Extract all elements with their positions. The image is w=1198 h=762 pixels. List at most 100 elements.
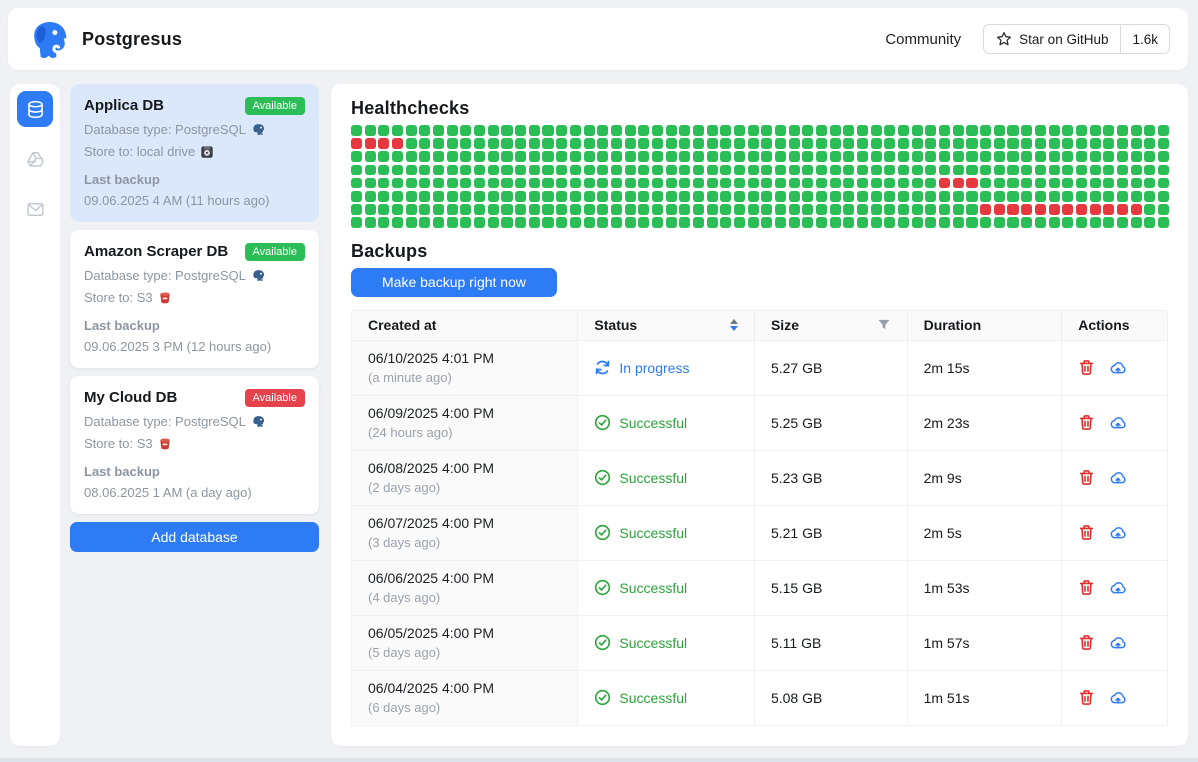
actions-cell	[1062, 396, 1167, 451]
healthcheck-cell-ok	[365, 191, 376, 202]
filter-icon[interactable]	[877, 318, 891, 332]
main-panel: Healthchecks Backups Make backup right n…	[331, 84, 1188, 746]
last-backup-value: 09.06.2025 4 AM (11 hours ago)	[84, 193, 305, 208]
healthcheck-cell-ok	[501, 191, 512, 202]
healthcheck-cell-ok	[611, 217, 622, 228]
sync-icon	[594, 359, 611, 376]
healthcheck-cell-ok	[857, 151, 868, 162]
add-database-button[interactable]: Add database	[70, 522, 319, 552]
healthcheck-cell-ok	[419, 125, 430, 136]
make-backup-button[interactable]: Make backup right now	[351, 268, 557, 297]
healthcheck-cell-ok	[584, 125, 595, 136]
database-card[interactable]: Amazon Scraper DBAvailableDatabase type:…	[70, 230, 319, 368]
trash-icon	[1078, 359, 1095, 376]
created-at-cell: 06/08/2025 4:00 PM(2 days ago)	[352, 451, 578, 506]
created-at-cell: 06/06/2025 4:00 PM(4 days ago)	[352, 561, 578, 616]
healthcheck-cell-ok	[392, 125, 403, 136]
sidebar-item-notifications[interactable]	[17, 191, 53, 227]
restore-backup-button[interactable]	[1109, 359, 1127, 377]
actions-cell	[1062, 506, 1167, 561]
database-card[interactable]: My Cloud DBAvailableDatabase type: Postg…	[70, 376, 319, 514]
sidebar-item-storage[interactable]	[17, 141, 53, 177]
healthcheck-cell-ok	[406, 178, 417, 189]
healthcheck-cell-ok	[351, 204, 362, 215]
delete-backup-button[interactable]	[1078, 359, 1095, 376]
healthcheck-cell-ok	[460, 138, 471, 149]
sidebar-item-databases[interactable]	[17, 91, 53, 127]
healthcheck-cell-ok	[871, 165, 882, 176]
backup-duration: 1m 51s	[924, 690, 970, 706]
healthcheck-cell-ok	[1144, 151, 1155, 162]
healthcheck-cell-failed	[980, 204, 991, 215]
healthcheck-cell-ok	[1158, 178, 1169, 189]
sort-toggle-icon[interactable]	[730, 319, 738, 331]
healthcheck-cell-ok	[611, 178, 622, 189]
healthcheck-cell-ok	[1076, 178, 1087, 189]
community-link[interactable]: Community	[885, 31, 961, 48]
healthcheck-cell-ok	[447, 125, 458, 136]
healthcheck-cell-ok	[529, 151, 540, 162]
drive-icon	[26, 150, 45, 169]
healthcheck-cell-ok	[1035, 138, 1046, 149]
healthcheck-cell-ok	[515, 178, 526, 189]
healthcheck-cell-ok	[1007, 191, 1018, 202]
healthcheck-cell-ok	[966, 191, 977, 202]
healthcheck-cell-ok	[1117, 125, 1128, 136]
delete-backup-button[interactable]	[1078, 414, 1095, 431]
healthcheck-cell-ok	[734, 217, 745, 228]
database-card[interactable]: Applica DBAvailableDatabase type: Postgr…	[70, 84, 319, 222]
created-at-cell: 06/04/2025 4:00 PM(6 days ago)	[352, 671, 578, 726]
star-on-github-button[interactable]: Star on GitHub 1.6k	[983, 24, 1170, 54]
delete-backup-button[interactable]	[1078, 634, 1095, 651]
backup-duration: 1m 53s	[924, 580, 970, 596]
backup-date: 06/06/2025 4:00 PM	[368, 570, 494, 586]
healthcheck-cell-ok	[980, 178, 991, 189]
horizontal-scrollbar[interactable]	[0, 758, 1198, 762]
healthcheck-cell-ok	[789, 191, 800, 202]
duration-cell: 2m 15s	[908, 341, 1063, 396]
healthcheck-cell-ok	[802, 217, 813, 228]
healthcheck-cell-ok	[1049, 125, 1060, 136]
healthcheck-cell-ok	[980, 125, 991, 136]
healthcheck-cell-ok	[584, 217, 595, 228]
healthcheck-cell-ok	[775, 138, 786, 149]
healthcheck-cell-ok	[994, 178, 1005, 189]
restore-backup-button[interactable]	[1109, 414, 1127, 432]
healthcheck-cell-ok	[884, 178, 895, 189]
restore-backup-button[interactable]	[1109, 524, 1127, 542]
delete-backup-button[interactable]	[1078, 524, 1095, 541]
column-header-size[interactable]: Size	[755, 311, 908, 341]
healthcheck-cell-ok	[597, 151, 608, 162]
backup-date: 06/07/2025 4:00 PM	[368, 515, 494, 531]
delete-backup-button[interactable]	[1078, 469, 1095, 486]
healthcheck-cell-ok	[789, 178, 800, 189]
duration-cell: 1m 51s	[908, 671, 1063, 726]
healthcheck-cell-ok	[994, 217, 1005, 228]
restore-backup-button[interactable]	[1109, 579, 1127, 597]
restore-backup-button[interactable]	[1109, 634, 1127, 652]
restore-backup-button[interactable]	[1109, 689, 1127, 707]
backup-size: 5.15 GB	[771, 580, 822, 596]
check-circle-icon	[594, 579, 611, 596]
restore-backup-button[interactable]	[1109, 469, 1127, 487]
healthcheck-cell-ok	[1131, 165, 1142, 176]
healthcheck-cell-ok	[1117, 178, 1128, 189]
healthcheck-cell-ok	[474, 178, 485, 189]
duration-cell: 2m 9s	[908, 451, 1063, 506]
healthcheck-cell-failed	[1021, 204, 1032, 215]
healthcheck-cell-ok	[857, 125, 868, 136]
s3-icon	[158, 437, 172, 451]
trash-icon	[1078, 414, 1095, 431]
healthcheck-cell-ok	[1021, 178, 1032, 189]
healthcheck-cell-ok	[884, 204, 895, 215]
column-header-status[interactable]: Status	[578, 311, 755, 341]
delete-backup-button[interactable]	[1078, 689, 1095, 706]
healthcheck-cell-ok	[789, 204, 800, 215]
size-cell: 5.25 GB	[755, 396, 908, 451]
healthcheck-cell-ok	[925, 138, 936, 149]
delete-backup-button[interactable]	[1078, 579, 1095, 596]
healthcheck-cell-ok	[748, 125, 759, 136]
status-label: Successful	[619, 635, 687, 651]
healthcheck-cell-ok	[925, 151, 936, 162]
healthcheck-cell-ok	[953, 191, 964, 202]
